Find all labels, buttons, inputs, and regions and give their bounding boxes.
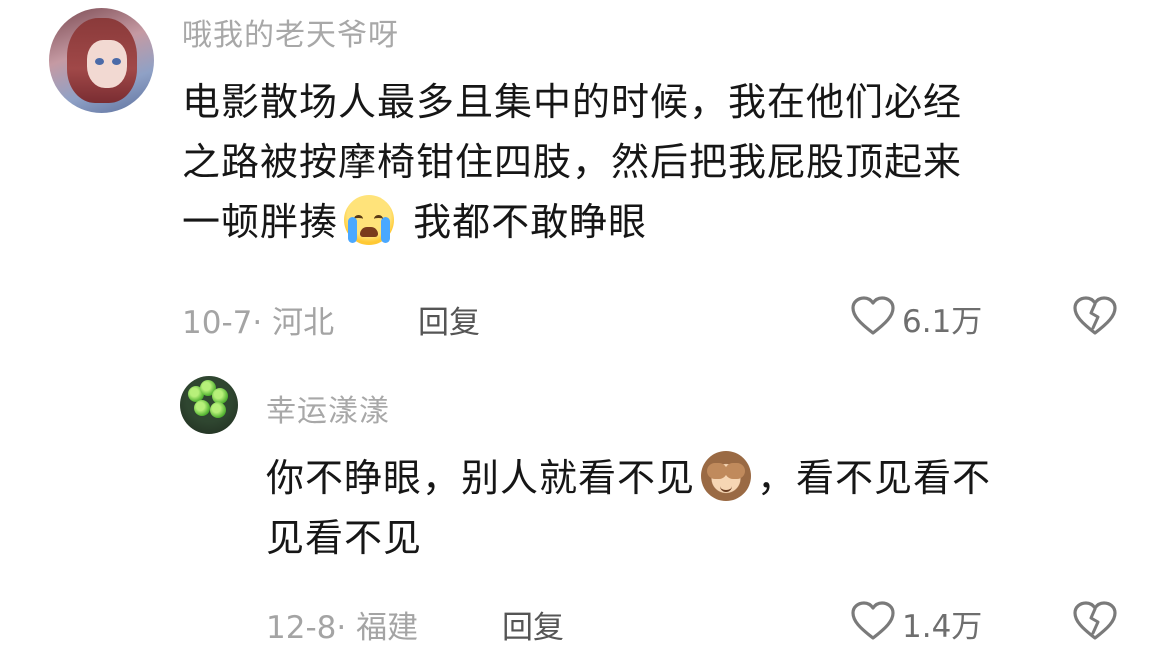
- comment-dislike-button[interactable]: [1072, 295, 1118, 341]
- heart-outline-icon: [850, 600, 896, 646]
- replier-username[interactable]: 幸运漾漾: [266, 386, 390, 430]
- broken-heart-outline-icon: [1072, 296, 1118, 341]
- comment-reply-button[interactable]: 回复: [418, 297, 480, 342]
- loudly-crying-face-emoji-icon: [344, 195, 395, 245]
- commenter-username[interactable]: 哦我的老天爷呀: [182, 10, 399, 54]
- comment-text-segment: 一顿胖揍: [182, 200, 339, 244]
- heart-outline-icon: [850, 295, 896, 341]
- reply-text-segment: 你不睁眼，别人就看不见: [266, 456, 696, 500]
- reply-like-button[interactable]: 1.4万: [850, 600, 982, 646]
- reply-text-segment: ，看不见看不: [757, 456, 992, 500]
- replier-avatar[interactable]: [180, 376, 238, 434]
- comment-text-line-1: 电影散场人最多且集中的时候，我在他们必经: [182, 80, 963, 124]
- comment-date-location: 10-7· 河北: [182, 305, 335, 341]
- broken-heart-outline-icon: [1072, 601, 1118, 646]
- reply-date-location: 12-8· 福建: [266, 610, 419, 646]
- reply-text-line-2: 见看不见: [266, 516, 423, 560]
- reply-text: 你不睁眼，别人就看不见 ，看不见看不 见看不见: [266, 448, 1146, 568]
- comment-text-line-2: 之路被按摩椅钳住四肢，然后把我屁股顶起来: [182, 140, 963, 184]
- see-no-evil-monkey-emoji-icon: [701, 451, 752, 501]
- reply-reply-button[interactable]: 回复: [502, 602, 564, 647]
- reply-like-count: 1.4万: [902, 608, 983, 645]
- comment-like-button[interactable]: 6.1万: [850, 295, 982, 341]
- comment-text-line-3: 一顿胖揍 我都不敢睁眼: [182, 192, 1142, 252]
- comment-text: 电影散场人最多且集中的时候，我在他们必经 之路被按摩椅钳住四肢，然后把我屁股顶起…: [182, 72, 1142, 252]
- reply-dislike-button[interactable]: [1072, 600, 1118, 646]
- comment-like-count: 6.1万: [902, 303, 983, 340]
- commenter-avatar[interactable]: [49, 8, 154, 113]
- reply-text-line-1: 你不睁眼，别人就看不见 ，看不见看不: [266, 448, 1146, 508]
- comment-text-segment: 我都不敢睁眼: [413, 200, 648, 244]
